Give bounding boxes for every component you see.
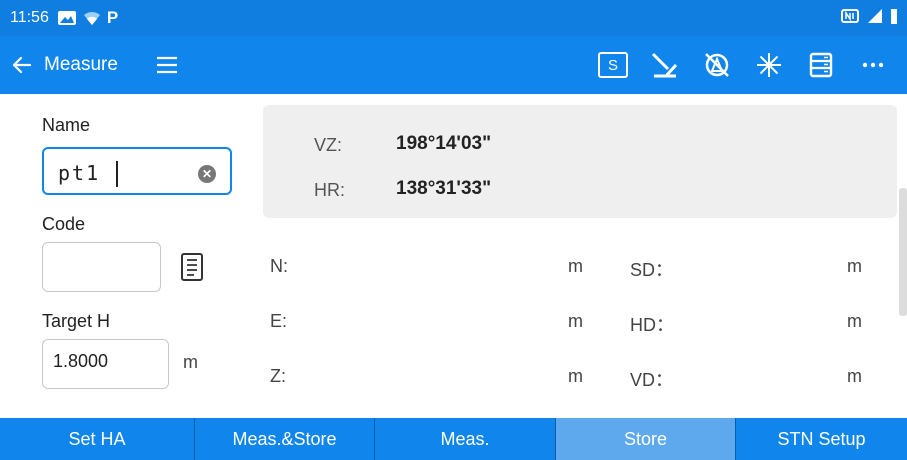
list-icon — [809, 52, 833, 78]
page-title: Measure — [44, 54, 118, 75]
sd-unit: m — [847, 256, 862, 276]
sd-label: SD： — [630, 260, 674, 280]
target-h-unit: m — [183, 352, 198, 372]
vd-unit: m — [847, 366, 862, 386]
code-list-button[interactable] — [180, 252, 204, 287]
hr-label: HR: — [314, 180, 345, 200]
name-label: Name — [42, 115, 91, 135]
status-bar: 11:56 P — [0, 0, 907, 36]
status-time: 11:56 — [10, 9, 49, 26]
hd-unit: m — [847, 311, 862, 331]
set-ha-button[interactable]: Set HA — [0, 418, 195, 460]
star-icon — [757, 53, 781, 77]
code-field[interactable] — [42, 242, 161, 292]
laser-icon — [651, 52, 678, 78]
arrow-left-icon — [12, 56, 32, 74]
name-field[interactable]: pt1 ✕ — [42, 147, 232, 195]
scrollbar[interactable] — [899, 188, 907, 316]
stn-setup-button[interactable]: STN Setup — [736, 418, 907, 460]
prism-button[interactable] — [691, 36, 743, 94]
angles-panel: VZ: 198°14'03" HR: 138°31'33" — [263, 105, 897, 218]
store-button[interactable]: Store — [556, 418, 736, 460]
text-caret — [116, 161, 118, 187]
s-label: S — [598, 52, 628, 78]
signal-icon — [867, 8, 883, 29]
s-mode-button[interactable]: S — [587, 36, 639, 94]
vd-label: VD： — [630, 370, 674, 390]
hr-value: 138°31'33" — [396, 178, 492, 199]
n-unit: m — [568, 256, 583, 276]
wifi-icon — [83, 8, 101, 28]
z-label: Z: — [270, 366, 286, 386]
meas-button[interactable]: Meas. — [375, 418, 556, 460]
back-button[interactable] — [0, 36, 44, 94]
battery-icon — [891, 8, 897, 29]
name-value: pt1 — [58, 161, 101, 185]
vz-value: 198°14'03" — [396, 133, 492, 154]
e-label: E: — [270, 311, 288, 331]
clear-icon[interactable]: ✕ — [198, 165, 216, 183]
meas-store-button[interactable]: Meas.&Store — [195, 418, 375, 460]
target-h-value: 1.8000 — [53, 351, 109, 371]
n-label: N: — [270, 256, 288, 276]
z-unit: m — [568, 366, 583, 386]
document-list-icon — [181, 253, 203, 281]
gallery-icon — [57, 8, 77, 28]
vz-label: VZ: — [314, 135, 343, 155]
menu-button[interactable] — [152, 36, 182, 94]
light-button[interactable] — [743, 36, 795, 94]
app-toolbar: Measure S — [0, 36, 907, 94]
bottom-action-bar: Set HA Meas.&Store Meas. Store STN Setup — [0, 418, 907, 460]
code-label: Code — [42, 214, 86, 234]
nfc-icon — [841, 8, 859, 29]
list-button[interactable] — [795, 36, 847, 94]
hd-label: HD： — [630, 315, 674, 335]
more-button[interactable] — [847, 36, 899, 94]
p-app-icon: P — [106, 8, 119, 27]
more-icon — [862, 62, 884, 68]
laser-button[interactable] — [639, 36, 691, 94]
target-h-label: Target H — [42, 311, 111, 331]
hamburger-icon — [156, 56, 177, 74]
target-h-field[interactable]: 1.8000 — [42, 339, 169, 389]
prism-off-icon — [705, 53, 729, 77]
e-unit: m — [568, 311, 583, 331]
